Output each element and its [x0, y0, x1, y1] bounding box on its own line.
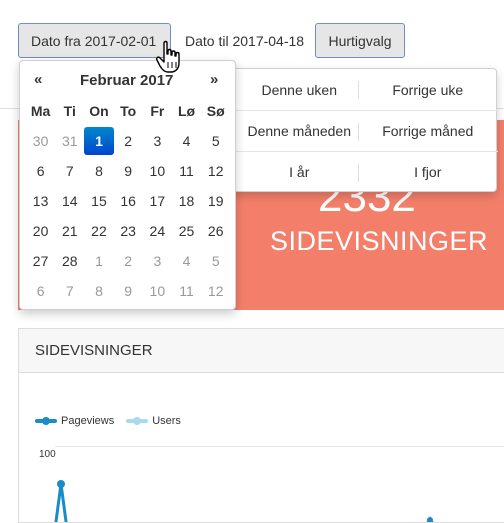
legend-swatch-pageviews: [35, 417, 57, 425]
calendar-day[interactable]: 18: [172, 186, 201, 216]
calendar-day[interactable]: 31: [55, 126, 84, 156]
calendar-day[interactable]: 4: [172, 246, 201, 276]
quick-select-menu: Denne uken Forrige uke Denne måneden For…: [216, 68, 498, 192]
calendar-day[interactable]: 19: [201, 186, 230, 216]
prev-month-button[interactable]: «: [34, 71, 42, 88]
weekday-header: To: [120, 103, 137, 119]
menu-item-this-month[interactable]: Denne måneden: [217, 111, 358, 151]
calendar-day[interactable]: 5: [201, 246, 230, 276]
calendar-day[interactable]: 24: [143, 216, 172, 246]
menu-row: Denne uken Forrige uke: [217, 69, 498, 110]
date-from-label: Dato fra 2017-02-01: [31, 32, 157, 49]
pageviews-panel: SIDEVISNINGER Pageviews Users 100: [18, 328, 504, 523]
legend-item-pageviews[interactable]: Pageviews: [35, 415, 114, 427]
calendar-day[interactable]: 4: [172, 126, 201, 156]
menu-item-last-month[interactable]: Forrige måned: [357, 111, 499, 151]
quick-select-button[interactable]: Hurtigvalg: [315, 23, 405, 58]
panel-title: SIDEVISNINGER: [35, 342, 153, 359]
date-from-button[interactable]: Dato fra 2017-02-01: [18, 23, 171, 58]
date-to-button[interactable]: Dato til 2017-04-18: [172, 23, 314, 58]
calendar-header: « Februar 2017 »: [20, 61, 237, 99]
weekday-header: On: [89, 103, 109, 119]
pageviews-chart: [54, 480, 434, 522]
calendar-day[interactable]: 17: [143, 186, 172, 216]
calendar-day[interactable]: 11: [172, 276, 201, 306]
month-title[interactable]: Februar 2017: [80, 72, 177, 89]
calendar-day[interactable]: 22: [84, 216, 113, 246]
weekday-header: Fr: [150, 103, 165, 119]
calendar-day[interactable]: 2: [114, 126, 143, 156]
menu-item-this-year[interactable]: I år: [217, 152, 358, 192]
calendar-day[interactable]: 25: [172, 216, 201, 246]
calendar-day[interactable]: 9: [114, 156, 143, 186]
pageviews-line: [54, 483, 68, 522]
next-month-button[interactable]: »: [210, 71, 218, 88]
legend-label: Pageviews: [61, 415, 115, 427]
calendar-day[interactable]: 8: [84, 276, 113, 306]
chart-legend: Pageviews Users: [35, 415, 193, 427]
quick-select-label: Hurtigvalg: [328, 32, 392, 49]
calendar-day[interactable]: 10: [143, 156, 172, 186]
calendar-day[interactable]: 6: [26, 156, 55, 186]
calendar-day[interactable]: 20: [26, 216, 55, 246]
legend-label: Users: [152, 415, 181, 427]
menu-item-last-year[interactable]: I fjor: [357, 152, 499, 192]
weekday-header: Ti: [63, 103, 76, 119]
date-picker: « Februar 2017 » Ma Ti On To Fr Lø Sø 30 31 1 2 3 4 5…: [19, 60, 236, 310]
calendar-day[interactable]: 27: [26, 246, 55, 276]
calendar-day[interactable]: 7: [55, 156, 84, 186]
legend-swatch-users: [126, 417, 149, 425]
calendar-grid: Ma Ti On To Fr Lø Sø 30 31 1 2 3 4 5 6 7 8 9 10 11 12 13 14 15 1…: [26, 96, 230, 306]
calendar-day[interactable]: 5: [201, 126, 230, 156]
calendar-day[interactable]: 14: [55, 186, 84, 216]
menu-item-last-week[interactable]: Forrige uke: [357, 69, 499, 110]
calendar-day[interactable]: 16: [114, 186, 143, 216]
calendar-day[interactable]: 8: [84, 156, 113, 186]
calendar-day[interactable]: 3: [143, 126, 172, 156]
stat-label: SIDEVISNINGER: [270, 226, 489, 256]
calendar-day[interactable]: 13: [26, 186, 55, 216]
calendar-day[interactable]: 11: [172, 156, 201, 186]
calendar-day[interactable]: 21: [55, 216, 84, 246]
chart-gridline: [55, 446, 504, 447]
weekday-header: Lø: [177, 103, 196, 119]
menu-row: I år I fjor: [217, 151, 498, 192]
weekday-header: Ma: [30, 103, 51, 119]
calendar-day[interactable]: 10: [143, 276, 172, 306]
calendar-day[interactable]: 7: [55, 276, 84, 306]
calendar-day[interactable]: 12: [201, 156, 230, 186]
calendar-day[interactable]: 1: [84, 246, 113, 276]
calendar-day[interactable]: 2: [114, 246, 143, 276]
calendar-day[interactable]: 15: [84, 186, 113, 216]
calendar-day[interactable]: 26: [201, 216, 230, 246]
calendar-day[interactable]: 12: [201, 276, 230, 306]
legend-item-users[interactable]: Users: [126, 415, 181, 427]
weekday-header: Sø: [206, 103, 225, 119]
calendar-day[interactable]: 6: [26, 276, 55, 306]
calendar-day[interactable]: 3: [143, 246, 172, 276]
menu-row: Denne måneden Forrige måned: [217, 110, 498, 151]
pageviews-point: [427, 517, 433, 522]
calendar-day[interactable]: 23: [114, 216, 143, 246]
panel-header: SIDEVISNINGER: [19, 329, 504, 373]
calendar-day[interactable]: 28: [55, 246, 84, 276]
calendar-day[interactable]: 9: [114, 276, 143, 306]
date-to-label: Dato til 2017-04-18: [185, 32, 305, 49]
menu-item-this-week[interactable]: Denne uken: [217, 69, 358, 110]
calendar-day-selected[interactable]: 1: [84, 127, 114, 155]
pageviews-point: [57, 480, 65, 488]
calendar-day[interactable]: 30: [26, 126, 55, 156]
hand-cursor-icon: [156, 40, 180, 73]
